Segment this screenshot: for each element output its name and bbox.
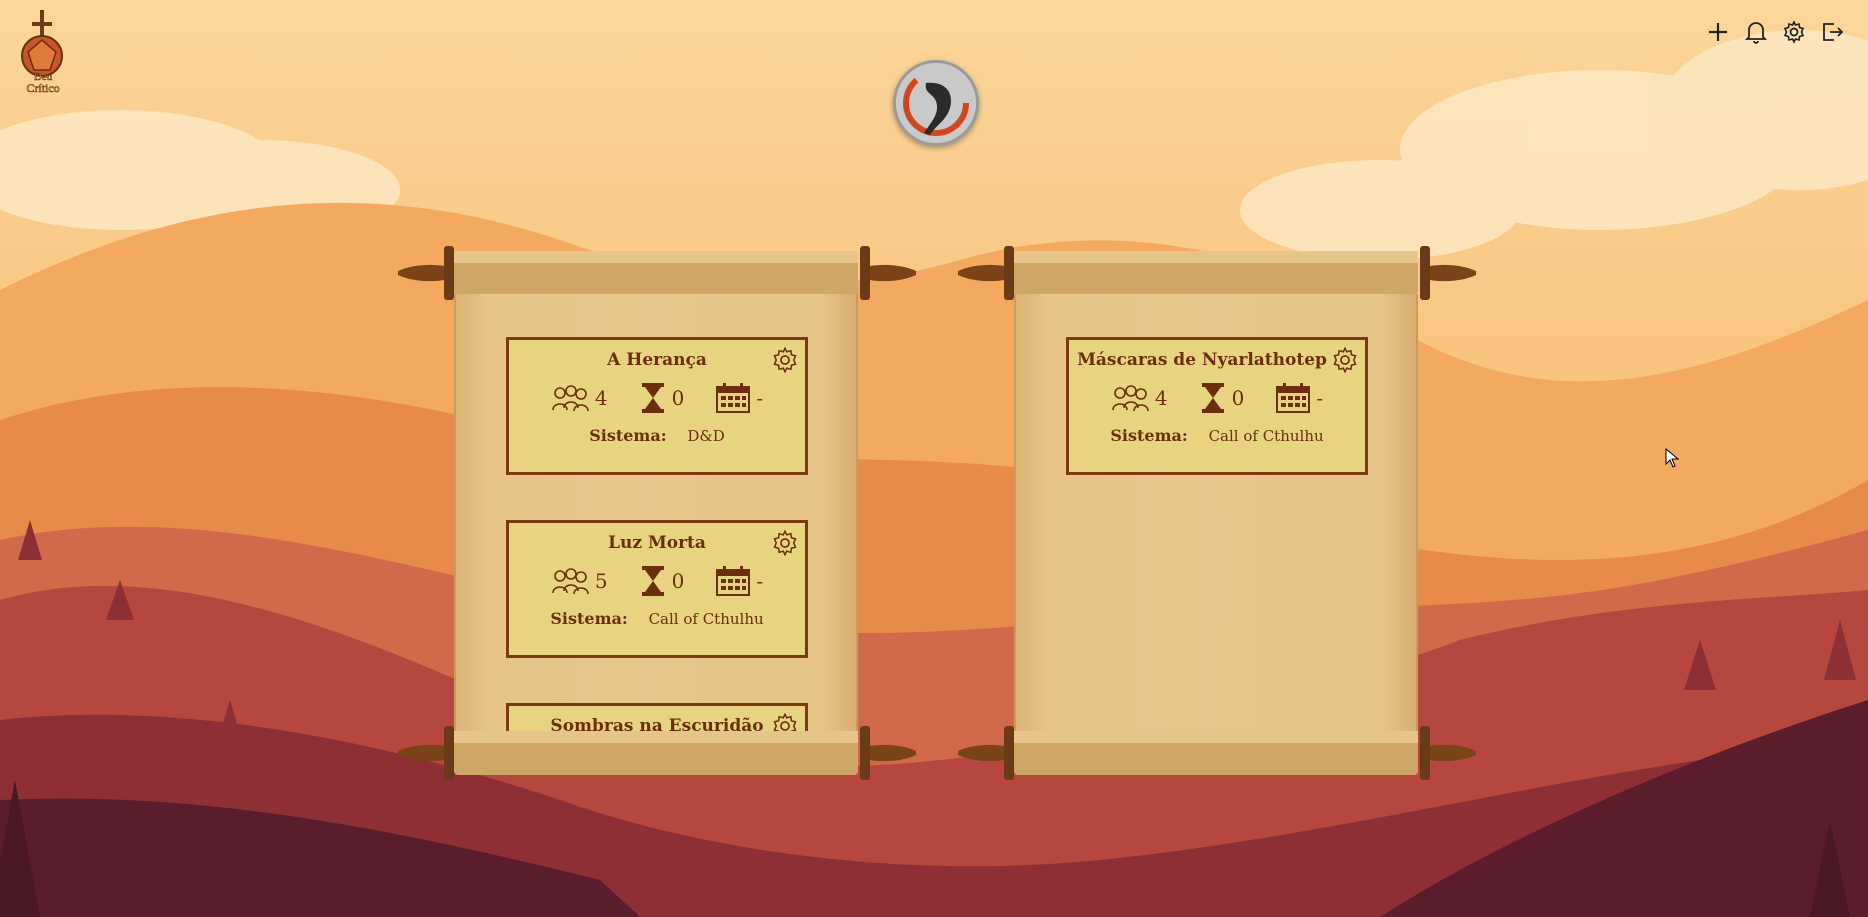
players-count: 4 — [1154, 386, 1168, 410]
players-icon — [1112, 385, 1149, 412]
hourglass-icon — [641, 566, 664, 596]
scroll-rod-bottom — [958, 726, 1476, 780]
campaign-scroll-1: A Herança 4 0 - Sistema: D&D Luz Morta 5… — [398, 246, 916, 784]
sessions-count: 0 — [671, 386, 685, 410]
system-label: Sistema: — [550, 609, 628, 628]
calendar-icon — [716, 383, 751, 413]
next-date: - — [1316, 386, 1324, 410]
system-label: Sistema: — [589, 426, 667, 445]
system-value: Call of Cthulhu — [648, 610, 764, 628]
mouse-cursor-icon — [1665, 448, 1679, 468]
add-icon[interactable] — [1704, 16, 1732, 48]
header-actions — [1704, 16, 1846, 48]
campaign-title: A Herança — [607, 350, 707, 370]
campaign-scroll-2: Máscaras de Nyarlathotep 4 0 - Sistema: … — [958, 246, 1476, 784]
players-icon — [552, 385, 589, 412]
campaign-title: Máscaras de Nyarlathotep — [1077, 350, 1327, 370]
players-count: 5 — [594, 569, 608, 593]
players-stat: 4 — [551, 384, 608, 412]
scroll-rod-bottom — [398, 726, 916, 780]
next-date-stat: - — [716, 566, 763, 596]
calendar-icon — [716, 566, 751, 596]
campaign-card[interactable]: A Herança 4 0 - Sistema: D&D — [506, 337, 808, 475]
scroll-paper: A Herança 4 0 - Sistema: D&D Luz Morta 5… — [454, 294, 858, 736]
next-date-stat: - — [1276, 383, 1323, 413]
campaign-title: Luz Morta — [608, 533, 706, 553]
avatar-image-icon — [896, 63, 976, 143]
system-row: Sistema: Call of Cthulhu — [509, 609, 805, 628]
bell-icon[interactable] — [1742, 16, 1770, 48]
next-date: - — [756, 386, 764, 410]
system-row: Sistema: D&D — [509, 426, 805, 445]
gear-icon[interactable] — [1780, 16, 1808, 48]
next-date-stat: - — [716, 383, 763, 413]
campaign-list: Máscaras de Nyarlathotep 4 0 - Sistema: … — [1066, 337, 1368, 520]
campaign-settings-icon[interactable] — [1331, 346, 1359, 374]
campaign-list: A Herança 4 0 - Sistema: D&D Luz Morta 5… — [506, 337, 808, 736]
campaign-card[interactable]: Luz Morta 5 0 - Sistema: Call of Cthulhu — [506, 520, 808, 658]
players-count: 4 — [594, 386, 608, 410]
sessions-stat: 0 — [1200, 382, 1245, 414]
hourglass-icon — [641, 383, 664, 413]
app-logo[interactable]: Deu Crítico — [10, 8, 76, 98]
scroll-paper: Máscaras de Nyarlathotep 4 0 - Sistema: … — [1014, 294, 1418, 736]
user-avatar[interactable] — [893, 60, 979, 146]
system-row: Sistema: Call of Cthulhu — [1069, 426, 1365, 445]
players-icon — [552, 568, 589, 595]
campaign-settings-icon[interactable] — [771, 529, 799, 557]
sessions-stat: 0 — [640, 565, 685, 597]
hourglass-icon — [1201, 383, 1224, 413]
campaign-card[interactable]: Máscaras de Nyarlathotep 4 0 - Sistema: … — [1066, 337, 1368, 475]
system-label: Sistema: — [1110, 426, 1188, 445]
campaign-settings-icon[interactable] — [771, 346, 799, 374]
sessions-stat: 0 — [640, 382, 685, 414]
players-stat: 5 — [551, 567, 608, 595]
sessions-count: 0 — [1231, 386, 1245, 410]
sessions-count: 0 — [671, 569, 685, 593]
logout-icon[interactable] — [1818, 16, 1846, 48]
next-date: - — [756, 569, 764, 593]
system-value: Call of Cthulhu — [1208, 427, 1324, 445]
system-value: D&D — [687, 427, 725, 445]
players-stat: 4 — [1111, 384, 1168, 412]
calendar-icon — [1276, 383, 1311, 413]
deu-critico-logo-icon: Deu Crítico — [21, 10, 63, 95]
svg-text:Crítico: Crítico — [26, 81, 59, 95]
